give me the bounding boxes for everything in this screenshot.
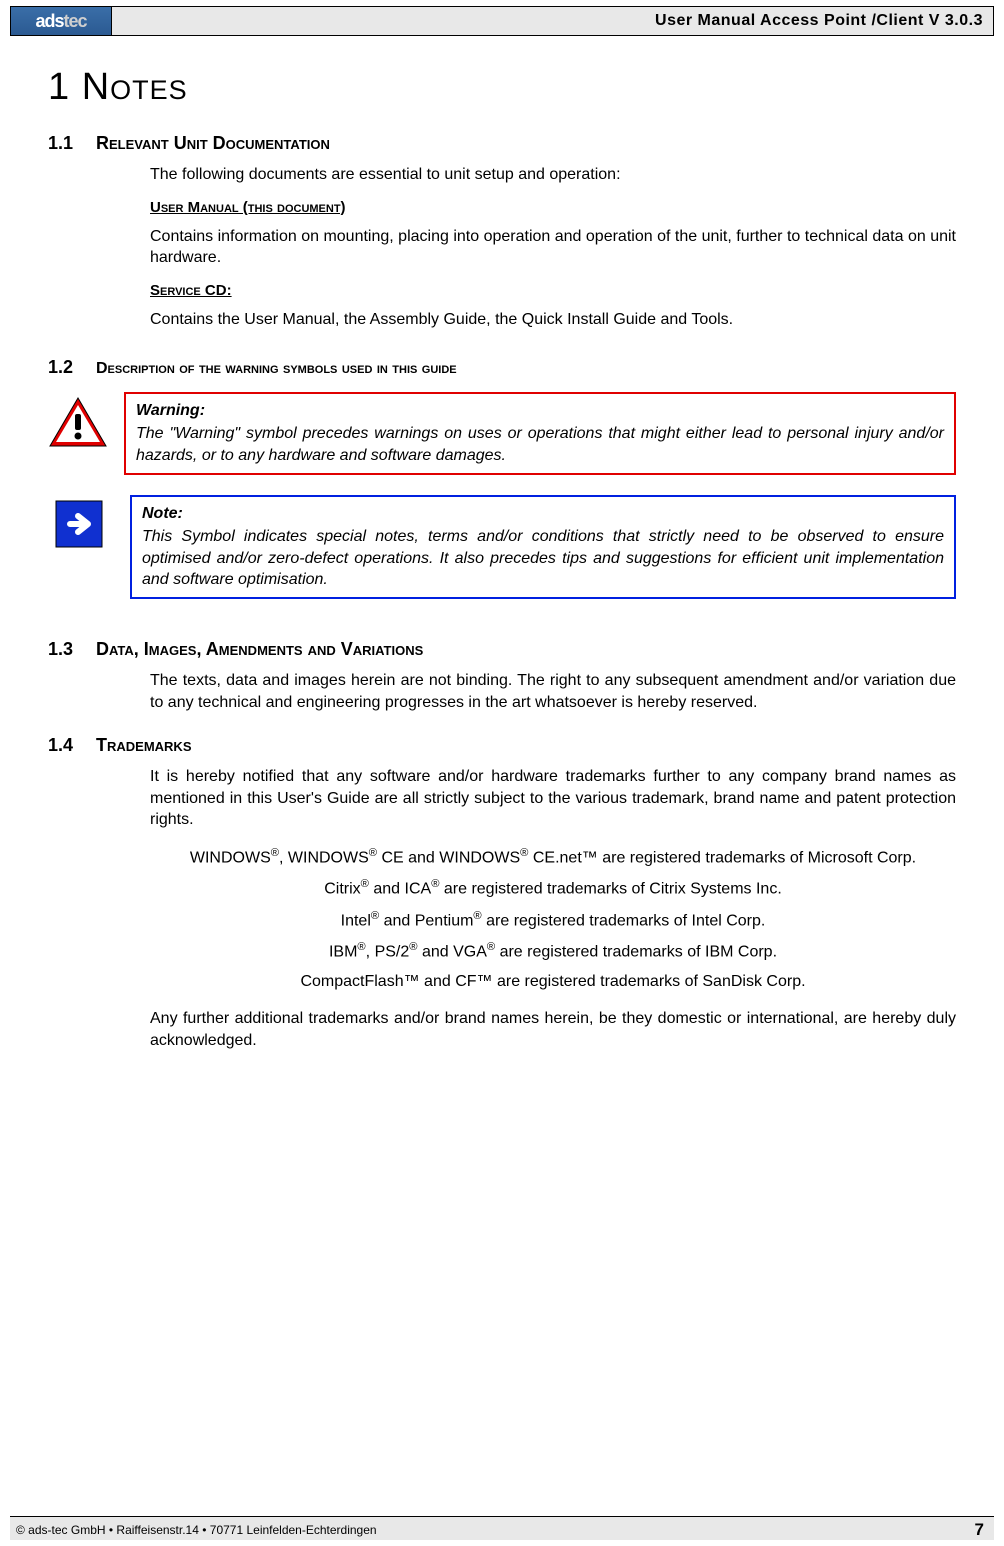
trademark-line: WINDOWS®, WINDOWS® CE and WINDOWS® CE.ne… — [150, 845, 956, 870]
section-heading-1-3: 1.3 Data, Images, Amendments and Variati… — [48, 639, 956, 660]
section-body-1-3: The texts, data and images herein are no… — [150, 670, 956, 713]
paragraph: The following documents are essential to… — [150, 164, 956, 186]
warning-callout: Warning: The "Warning" symbol precedes w… — [48, 392, 956, 475]
warning-text: The "Warning" symbol precedes warnings o… — [136, 425, 944, 464]
paragraph: The texts, data and images herein are no… — [150, 670, 956, 713]
note-title: Note: — [142, 503, 944, 525]
section-number: 1.3 — [48, 639, 96, 660]
section-number: 1.2 — [48, 357, 96, 378]
footer-copyright: © ads-tec GmbH • Raiffeisenstr.14 • 7077… — [10, 1523, 377, 1537]
section-title: Relevant Unit Documentation — [96, 133, 330, 154]
page-header: adstec User Manual Access Point /Client … — [10, 6, 994, 36]
paragraph: Contains information on mounting, placin… — [150, 226, 956, 269]
chapter-title: 1 Notes — [48, 66, 956, 109]
section-number: 1.4 — [48, 735, 96, 756]
section-title: Trademarks — [96, 735, 192, 756]
section-heading-1-4: 1.4 Trademarks — [48, 735, 956, 756]
section-body-1-1: The following documents are essential to… — [150, 164, 956, 331]
warning-icon — [48, 392, 124, 455]
note-text: This Symbol indicates special notes, ter… — [142, 528, 944, 588]
page-content: 1 Notes 1.1 Relevant Unit Documentation … — [0, 36, 1004, 1120]
section-title: Description of the warning symbols used … — [96, 360, 457, 378]
page-footer: © ads-tec GmbH • Raiffeisenstr.14 • 7077… — [10, 1516, 994, 1540]
note-box: Note: This Symbol indicates special note… — [130, 495, 956, 599]
section-number: 1.1 — [48, 133, 96, 154]
note-callout: Note: This Symbol indicates special note… — [48, 495, 956, 599]
document-page: adstec User Manual Access Point /Client … — [0, 6, 1004, 1546]
trademark-line: Citrix® and ICA® are registered trademar… — [150, 876, 956, 901]
section-heading-1-2: 1.2 Description of the warning symbols u… — [48, 357, 956, 378]
warning-title: Warning: — [136, 400, 944, 422]
trademark-line: CompactFlash™ and CF™ are registered tra… — [150, 970, 956, 994]
page-number: 7 — [975, 1520, 994, 1540]
logo-text-a: ads — [35, 11, 63, 32]
paragraph: Any further additional trademarks and/or… — [150, 1008, 956, 1051]
trademark-line: IBM®, PS/2® and VGA® are registered trad… — [150, 939, 956, 964]
paragraph: Contains the User Manual, the Assembly G… — [150, 309, 956, 331]
trademark-list: WINDOWS®, WINDOWS® CE and WINDOWS® CE.ne… — [150, 845, 956, 994]
sub-heading-user-manual: User Manual (this document) — [150, 198, 956, 218]
logo-text-b: tec — [64, 11, 87, 32]
header-title: User Manual Access Point /Client V 3.0.3 — [112, 7, 993, 35]
section-body-1-4: It is hereby notified that any software … — [150, 766, 956, 1051]
trademark-line: Intel® and Pentium® are registered trade… — [150, 908, 956, 933]
section-heading-1-1: 1.1 Relevant Unit Documentation — [48, 133, 956, 154]
note-icon — [48, 495, 130, 554]
section-title: Data, Images, Amendments and Variations — [96, 639, 423, 660]
paragraph: It is hereby notified that any software … — [150, 766, 956, 831]
sub-heading-service-cd: Service CD: — [150, 281, 956, 301]
logo: adstec — [11, 7, 112, 35]
warning-box: Warning: The "Warning" symbol precedes w… — [124, 392, 956, 475]
